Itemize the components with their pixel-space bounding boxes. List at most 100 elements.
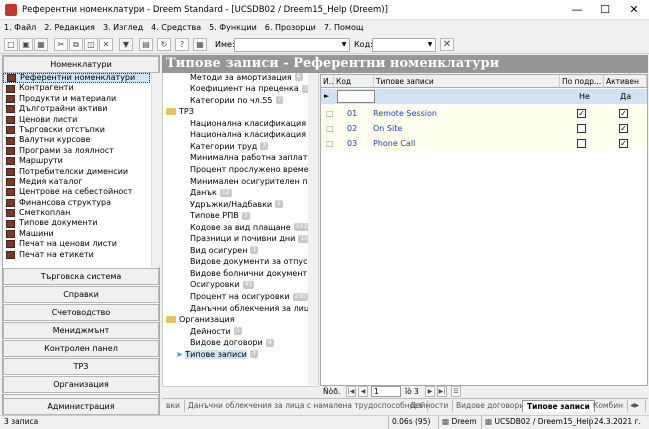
tab[interactable]: Комбин <box>589 400 628 412</box>
active-checkbox[interactable]: ✓ <box>619 109 628 118</box>
tree-node[interactable]: Видове договори 4 <box>190 337 274 348</box>
prev-page-icon[interactable]: ◀ <box>358 386 368 397</box>
cut-icon[interactable]: ✂ <box>54 38 68 51</box>
default-checkbox[interactable] <box>577 139 586 148</box>
chevron-down-icon[interactable]: ▼ <box>339 39 349 51</box>
tree-node[interactable]: Национална класификация на <box>190 118 308 129</box>
table-row[interactable]: □ 02 On Site ✓ <box>321 121 647 136</box>
filter-code-input[interactable] <box>337 90 375 103</box>
menu-view[interactable]: 3. Изглед <box>99 20 147 36</box>
tree-node[interactable]: Коефициент на преценка 1 <box>190 83 308 94</box>
default-checkbox[interactable] <box>577 124 586 133</box>
tree-node[interactable]: Минимална работна заплата <box>190 152 308 163</box>
nav-item[interactable]: Печат на етикети <box>3 250 150 260</box>
help-icon[interactable]: ? <box>175 38 189 51</box>
save-icon[interactable]: ▦ <box>34 38 48 51</box>
tree-node[interactable]: Данък 12 <box>190 187 232 198</box>
menu-tools[interactable]: 4. Средства <box>147 20 205 36</box>
group-header[interactable]: Мениджмънт <box>3 322 159 339</box>
tree-folder[interactable]: ТРЗ <box>166 106 194 117</box>
nav-item[interactable]: Ценови листи <box>3 115 150 125</box>
nav-item[interactable]: Финансова структура <box>3 198 150 208</box>
tab[interactable]: Видове договори <box>452 400 530 412</box>
filter-icon[interactable]: ▼ <box>119 38 133 51</box>
column-header-record-type[interactable]: Типове записи <box>374 75 560 88</box>
delete-icon[interactable]: ✕ <box>99 38 113 51</box>
layout-icon[interactable]: ▦ <box>193 38 207 51</box>
active-checkbox[interactable]: ✓ <box>619 124 628 133</box>
active-checkbox[interactable]: ✓ <box>619 139 628 148</box>
chevron-down-icon[interactable]: ▼ <box>425 39 435 51</box>
tree-node[interactable]: Методи за амортизация 6 <box>190 72 303 83</box>
refresh-icon[interactable]: ↻ <box>157 38 171 51</box>
group-header[interactable]: Организация <box>3 376 159 393</box>
nav-item[interactable]: Валутни курсове <box>3 135 150 145</box>
tab[interactable]: Данъчни облекчения за лица с намалена тр… <box>184 400 428 412</box>
page-number-input[interactable]: 1 <box>371 386 401 397</box>
nav-item[interactable]: Машини <box>3 229 150 239</box>
paste-icon[interactable]: ◫ <box>84 38 98 51</box>
nav-item[interactable]: Печат на ценови листи <box>3 239 150 249</box>
group-header-nomenclatures[interactable]: Номенклатури <box>3 56 159 73</box>
maximize-button[interactable]: ☐ <box>591 0 619 20</box>
group-header[interactable]: ТРЗ <box>3 358 159 375</box>
tree-node[interactable]: Процент прослужено време <box>190 164 308 175</box>
tree-folder[interactable]: Организация <box>166 314 235 325</box>
tab[interactable]: вки <box>162 400 185 412</box>
column-header-code[interactable]: Код <box>334 75 374 88</box>
column-header-default[interactable]: По подр... <box>560 75 604 88</box>
nav-item[interactable]: Медия каталог <box>3 177 150 187</box>
filter-row[interactable]: ► Не Да <box>321 89 647 104</box>
nav-item[interactable]: Контрагенти <box>3 83 150 93</box>
open-icon[interactable]: ▣ <box>19 38 33 51</box>
tab-record-types[interactable]: Типове записи <box>522 400 595 412</box>
last-page-icon[interactable]: ▶| <box>437 386 447 397</box>
tree-node[interactable]: Видове болнични документи <box>190 268 308 279</box>
next-page-icon[interactable]: ▶ <box>425 386 435 397</box>
nav-item[interactable]: Дълготрайни активи <box>3 104 150 114</box>
tree-node[interactable]: Национална класификация на <box>190 129 308 140</box>
group-header[interactable]: Справки <box>3 286 159 303</box>
nav-item[interactable]: Продукти и материали <box>3 94 150 104</box>
nav-item[interactable]: Центрове на себестойност <box>3 187 150 197</box>
clear-filter-icon[interactable]: ✕ <box>440 38 454 51</box>
tree-node[interactable]: Категории труд 3 <box>190 141 269 152</box>
group-header-administration[interactable]: Администрация <box>3 398 159 415</box>
tree-node[interactable]: Кодове за вид плащане 153 <box>190 222 308 233</box>
first-page-icon[interactable]: |◀ <box>346 386 356 397</box>
table-row[interactable]: □ 03 Phone Call ✓ <box>321 136 647 151</box>
menu-functions[interactable]: 5. Функции <box>205 20 261 36</box>
new-icon[interactable]: □ <box>4 38 18 51</box>
menu-help[interactable]: 7. Помощ <box>320 20 368 36</box>
tab[interactable]: Дейности <box>406 400 454 412</box>
nav-item[interactable]: Потребителски дименсии <box>3 167 150 177</box>
column-header-active[interactable]: Активен <box>604 75 647 88</box>
tree-node[interactable]: Типове РПВ 3 <box>190 210 250 221</box>
nav-item[interactable]: Търговски отстъпки <box>3 125 150 135</box>
menu-edit[interactable]: 2. Редакция <box>40 20 99 36</box>
nav-scrollbar[interactable] <box>151 73 160 267</box>
name-combo[interactable]: ▼ <box>234 38 350 52</box>
nav-item[interactable]: Програми за лоялност <box>3 146 150 156</box>
nav-item[interactable]: Маршрути <box>3 156 150 166</box>
filter-default-value[interactable]: Не <box>576 89 606 104</box>
minimize-button[interactable]: — <box>563 0 591 20</box>
tree-node[interactable]: Данъчни облекчения за лица с <box>190 303 308 314</box>
tree-node[interactable]: Минимален осигурителен пра <box>190 176 308 187</box>
tree-node[interactable]: Видове документи за отпуск <box>190 256 308 267</box>
options-icon[interactable]: ☰ <box>451 386 461 397</box>
close-button[interactable]: ✕ <box>620 0 648 20</box>
tree-node[interactable]: ➤ Типове записи 3 <box>176 349 258 360</box>
nav-item[interactable]: Референтни номенклатури <box>3 73 150 84</box>
tree-scrollbar[interactable] <box>308 63 318 385</box>
group-header[interactable]: Контролен панел <box>3 340 159 357</box>
tree-node[interactable]: Осигуровки 41 <box>190 279 255 290</box>
menu-windows[interactable]: 6. Прозорци <box>261 20 320 36</box>
group-header[interactable]: Търговска система <box>3 268 159 285</box>
group-header[interactable]: Счетоводство <box>3 304 159 321</box>
code-combo[interactable]: ▼ <box>372 38 436 52</box>
tree-node[interactable]: Празници и почивни дни155 <box>190 233 308 244</box>
tree-node[interactable]: Категории по чл.55 7 <box>190 95 284 106</box>
tree-node[interactable]: Процент на осигуровки 230 <box>190 291 308 302</box>
tree-node[interactable]: Удръжки/Надбавки 2 <box>190 199 283 210</box>
